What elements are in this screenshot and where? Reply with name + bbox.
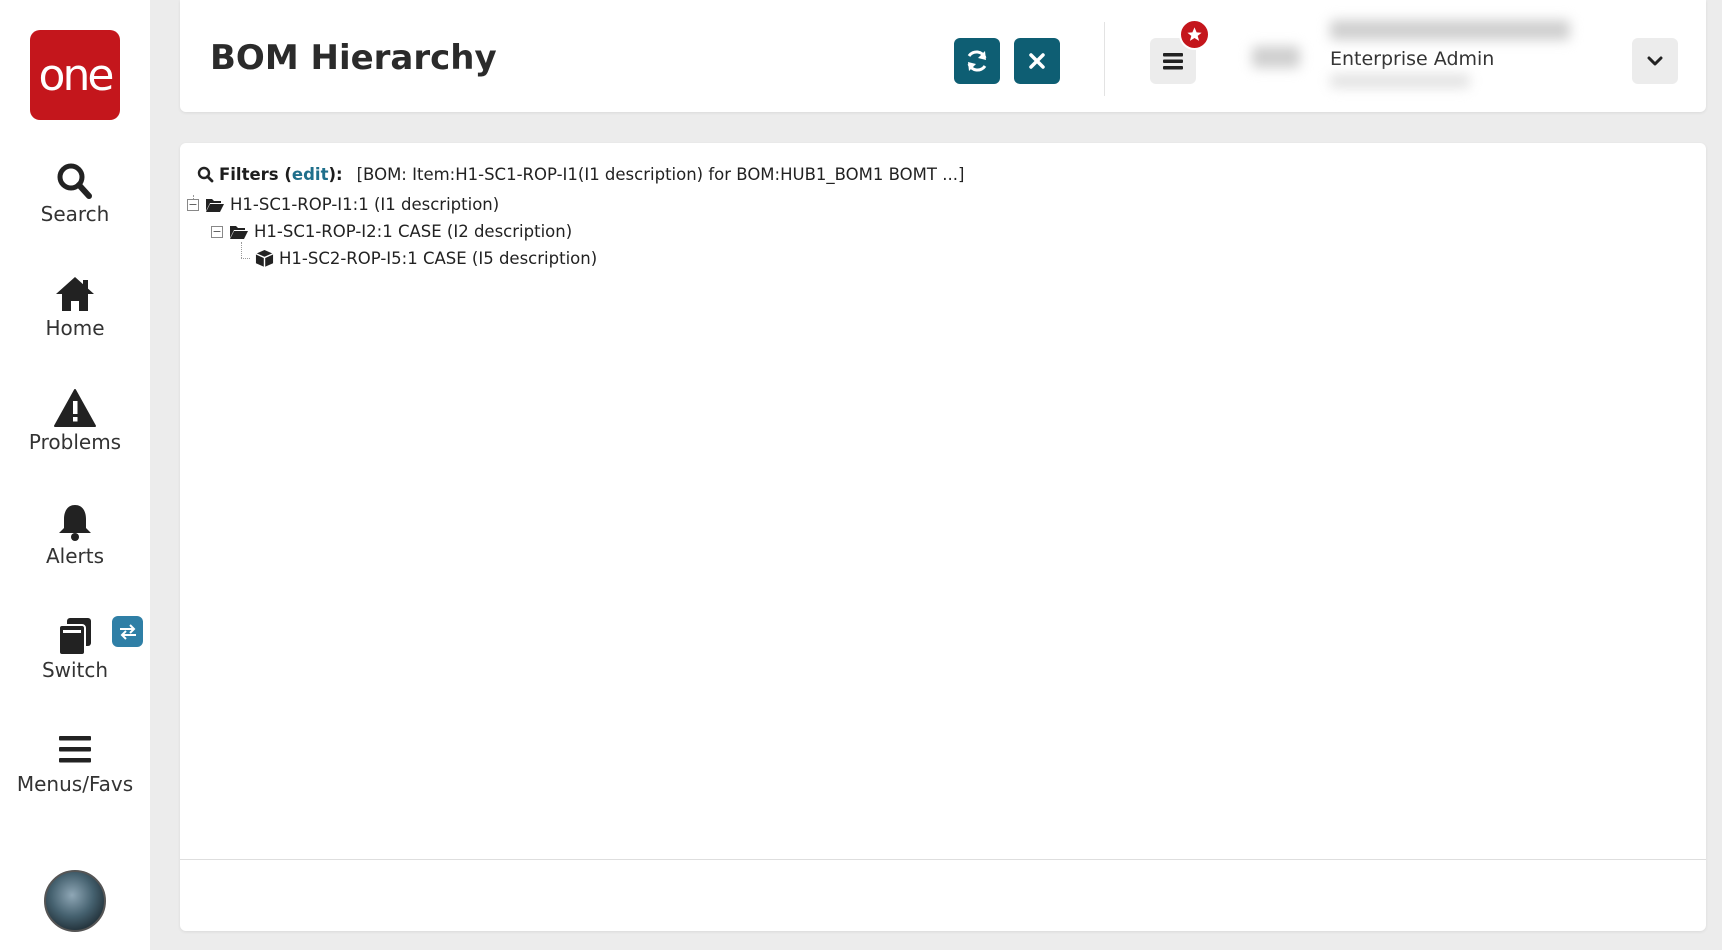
close-icon [1029, 53, 1045, 69]
hamburger-icon [1163, 53, 1183, 70]
page-title: BOM Hierarchy [210, 38, 497, 78]
sidebar-item-home[interactable]: Home [0, 274, 150, 340]
user-avatar [1252, 46, 1300, 68]
switch-icon [58, 618, 91, 656]
sidebar-item-label: Alerts [45, 544, 105, 568]
user-role: Enterprise Admin [1330, 48, 1495, 70]
refresh-button[interactable] [954, 38, 1000, 84]
user-org-redacted [1330, 74, 1470, 88]
collapse-toggle[interactable]: − [187, 198, 199, 211]
sidebar-item-label: Menus/Favs [16, 772, 134, 796]
sidebar-item-label: Switch [41, 658, 109, 682]
assistant-avatar[interactable] [44, 870, 106, 932]
sidebar-item-problems[interactable]: Problems [0, 388, 150, 454]
tree-node[interactable]: − H1-SC1-ROP-I2:1 CASE (I2 description) [211, 222, 572, 241]
filters-bar: Filters (edit): [BOM: Item:H1-SC1-ROP-I1… [197, 165, 964, 184]
sidebar-item-label: Problems [28, 430, 122, 454]
bom-hierarchy-panel: Filters (edit): [BOM: Item:H1-SC1-ROP-I1… [180, 143, 1706, 931]
refresh-icon [967, 50, 987, 72]
tree-node-label: H1-SC1-ROP-I2:1 CASE (I2 description) [254, 222, 573, 241]
chevron-down-icon [1647, 56, 1663, 66]
search-icon [197, 166, 214, 183]
switch-arrows-icon[interactable] [112, 616, 143, 647]
panel-footer-divider [180, 859, 1706, 860]
bell-icon [59, 505, 91, 541]
menu-icon [59, 736, 91, 763]
filters-value: [BOM: Item:H1-SC1-ROP-I1(I1 description)… [356, 165, 965, 184]
tree-node-label: H1-SC1-ROP-I1:1 (I1 description) [230, 195, 500, 214]
tree-node[interactable]: − H1-SC1-ROP-I1:1 (I1 description) [187, 195, 499, 214]
tree-node-label: H1-SC2-ROP-I5:1 CASE (I5 description) [279, 249, 598, 268]
header-divider [1104, 22, 1105, 96]
sidebar-item-label: Home [45, 316, 105, 340]
app-logo[interactable]: one [30, 30, 120, 120]
sidebar-item-search[interactable]: Search [0, 160, 150, 226]
close-button[interactable] [1014, 38, 1060, 84]
sidebar-item-menus-favs[interactable]: Menus/Favs [0, 730, 150, 796]
filters-edit-link[interactable]: edit [292, 165, 329, 184]
page-header: BOM Hierarchy Enterprise Admin [180, 0, 1706, 112]
collapse-toggle[interactable]: − [211, 225, 223, 238]
user-name-redacted [1330, 20, 1570, 40]
sidebar: one Search Home Problems Alerts Switch M… [0, 0, 150, 950]
cube-icon [255, 249, 274, 268]
warning-icon [54, 389, 96, 427]
filters-label: Filters (edit): [219, 165, 343, 184]
folder-open-icon [229, 224, 249, 240]
user-dropdown-button[interactable] [1632, 38, 1678, 84]
folder-open-icon [205, 197, 225, 213]
search-icon [57, 163, 92, 199]
tree-connector [241, 242, 242, 258]
sidebar-item-alerts[interactable]: Alerts [0, 502, 150, 568]
star-icon [1179, 19, 1210, 50]
home-icon [56, 277, 94, 311]
tree-connector [241, 258, 250, 259]
sidebar-item-label: Search [40, 202, 110, 226]
tree-node[interactable]: H1-SC2-ROP-I5:1 CASE (I5 description) [255, 249, 597, 268]
